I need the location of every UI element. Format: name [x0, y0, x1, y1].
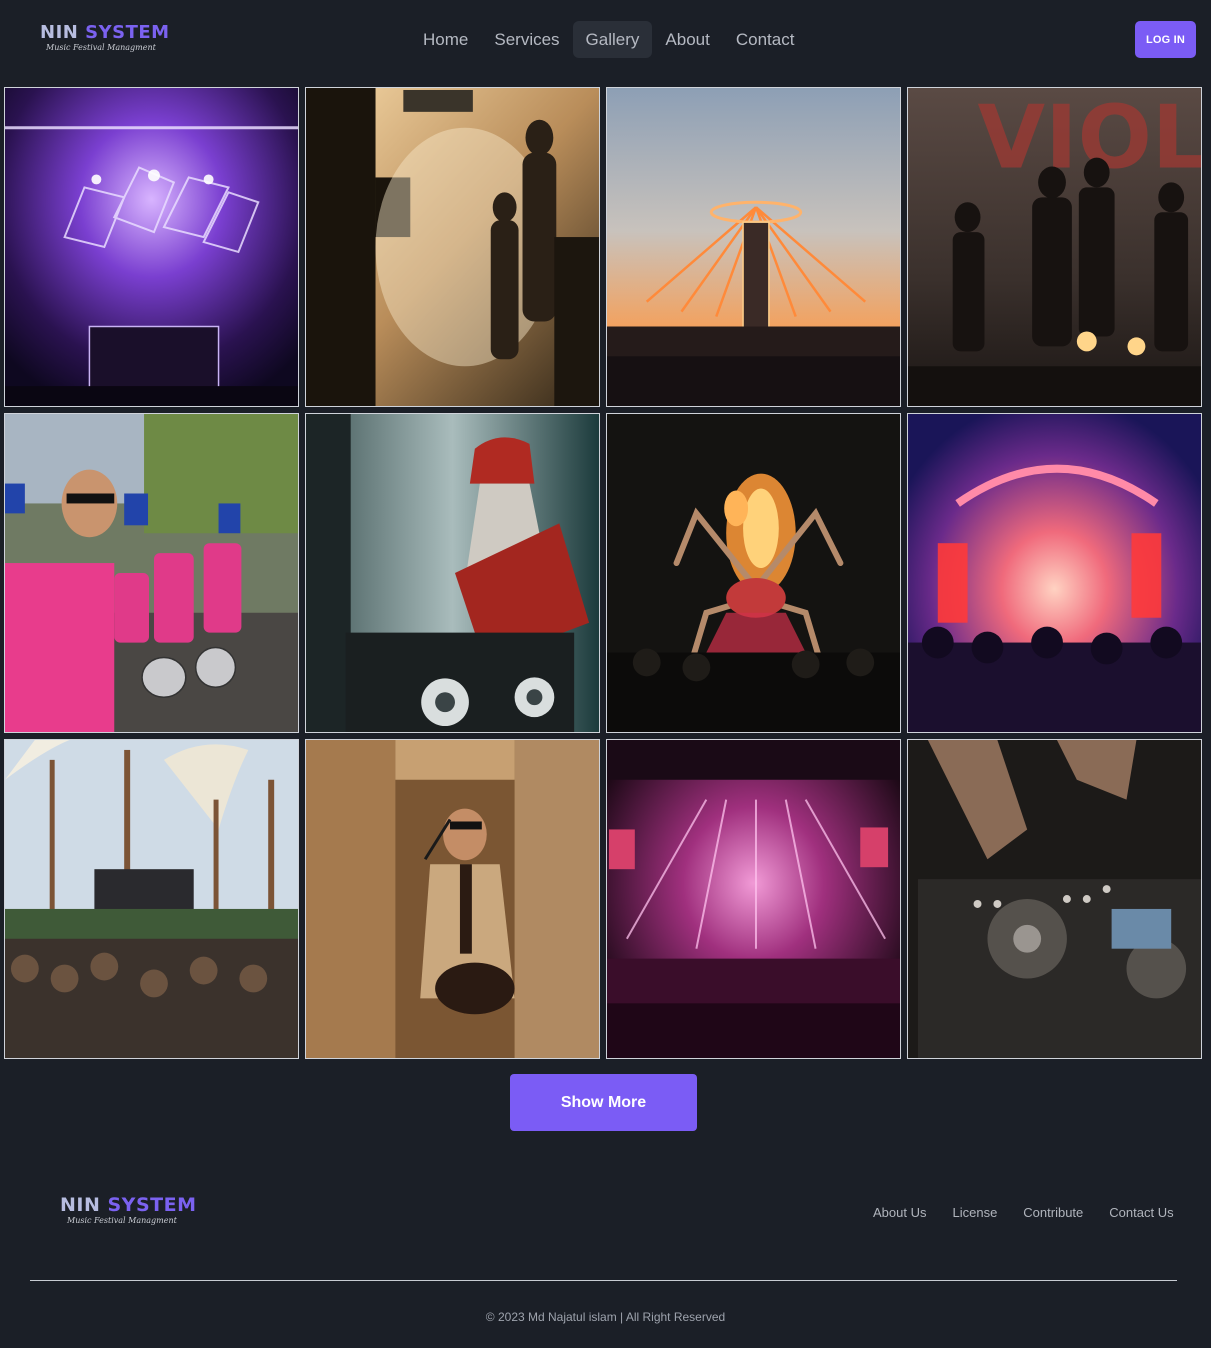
- brand-logo[interactable]: NIN SYSTEM Music Festival Managment: [40, 24, 170, 52]
- nav-gallery[interactable]: Gallery: [572, 21, 653, 58]
- nav-services[interactable]: Services: [481, 21, 572, 58]
- gallery-grid: VIOL: [4, 87, 1202, 1059]
- photo-concert-pink: [908, 414, 1201, 732]
- footer-brand-logo[interactable]: NIN SYSTEM Music Festival Managment: [60, 1196, 196, 1225]
- logo-title: NIN SYSTEM: [40, 24, 170, 42]
- footer-logo-tagline: Music Festival Managment: [67, 1216, 177, 1225]
- logo-nin: NIN: [40, 22, 79, 43]
- footer-logo-nin: NIN: [60, 1194, 101, 1216]
- gallery-image-laser-show[interactable]: [606, 739, 901, 1059]
- copyright-text: © 2023 Md Najatul islam | All Right Rese…: [485, 1310, 726, 1324]
- show-more-button[interactable]: Show More: [510, 1074, 697, 1131]
- gallery-image-dj-red-hat[interactable]: [305, 413, 600, 733]
- gallery-image-outdoor-crowd[interactable]: [4, 739, 299, 1059]
- photo-singer-guitar: [306, 740, 599, 1058]
- nav-about[interactable]: About: [652, 21, 722, 58]
- photo-dj-stage: [5, 88, 298, 406]
- gallery-image-swing-ride[interactable]: [606, 87, 901, 407]
- photo-dusty-crowd: [306, 88, 599, 406]
- gallery-image-dusty-crowd[interactable]: [305, 87, 600, 407]
- gallery-image-dj-mixer[interactable]: [907, 739, 1202, 1059]
- gallery-image-singer-guitar[interactable]: [305, 739, 600, 1059]
- logo-tagline: Music Festival Managment: [46, 43, 156, 52]
- gallery-image-dj-stage[interactable]: [4, 87, 299, 407]
- photo-drummers: [5, 414, 298, 732]
- photo-dj-mixer: [908, 740, 1201, 1058]
- photo-swing-ride: [607, 88, 900, 406]
- footer-link-contact-us[interactable]: Contact Us: [1096, 1205, 1186, 1220]
- photo-fire-spider: [607, 414, 900, 732]
- photo-laser-show: [607, 740, 900, 1058]
- gallery-image-fire-spider[interactable]: [606, 413, 901, 733]
- login-button[interactable]: LOG IN: [1135, 21, 1196, 58]
- footer-logo-system: SYSTEM: [107, 1194, 197, 1216]
- footer-link-license[interactable]: License: [939, 1205, 1010, 1220]
- photo-band-stage: VIOL: [908, 88, 1201, 406]
- gallery-image-band-stage[interactable]: VIOL: [907, 87, 1202, 407]
- main-nav: Home Services Gallery About Contact: [410, 21, 807, 58]
- gallery-image-concert-pink[interactable]: [907, 413, 1202, 733]
- nav-contact[interactable]: Contact: [723, 21, 808, 58]
- footer-links: About Us License Contribute Contact Us: [860, 1202, 1187, 1222]
- footer-link-contribute[interactable]: Contribute: [1010, 1205, 1096, 1220]
- footer-logo-title: NIN SYSTEM: [60, 1196, 196, 1215]
- photo-dj-red-hat: [306, 414, 599, 732]
- site-header: NIN SYSTEM Music Festival Managment Home…: [0, 0, 1211, 80]
- photo-outdoor-crowd: [5, 740, 298, 1058]
- footer-link-about-us[interactable]: About Us: [860, 1205, 939, 1220]
- footer-divider: [30, 1280, 1177, 1281]
- logo-system: SYSTEM: [85, 22, 170, 43]
- nav-home[interactable]: Home: [410, 21, 481, 58]
- gallery-image-drummers[interactable]: [4, 413, 299, 733]
